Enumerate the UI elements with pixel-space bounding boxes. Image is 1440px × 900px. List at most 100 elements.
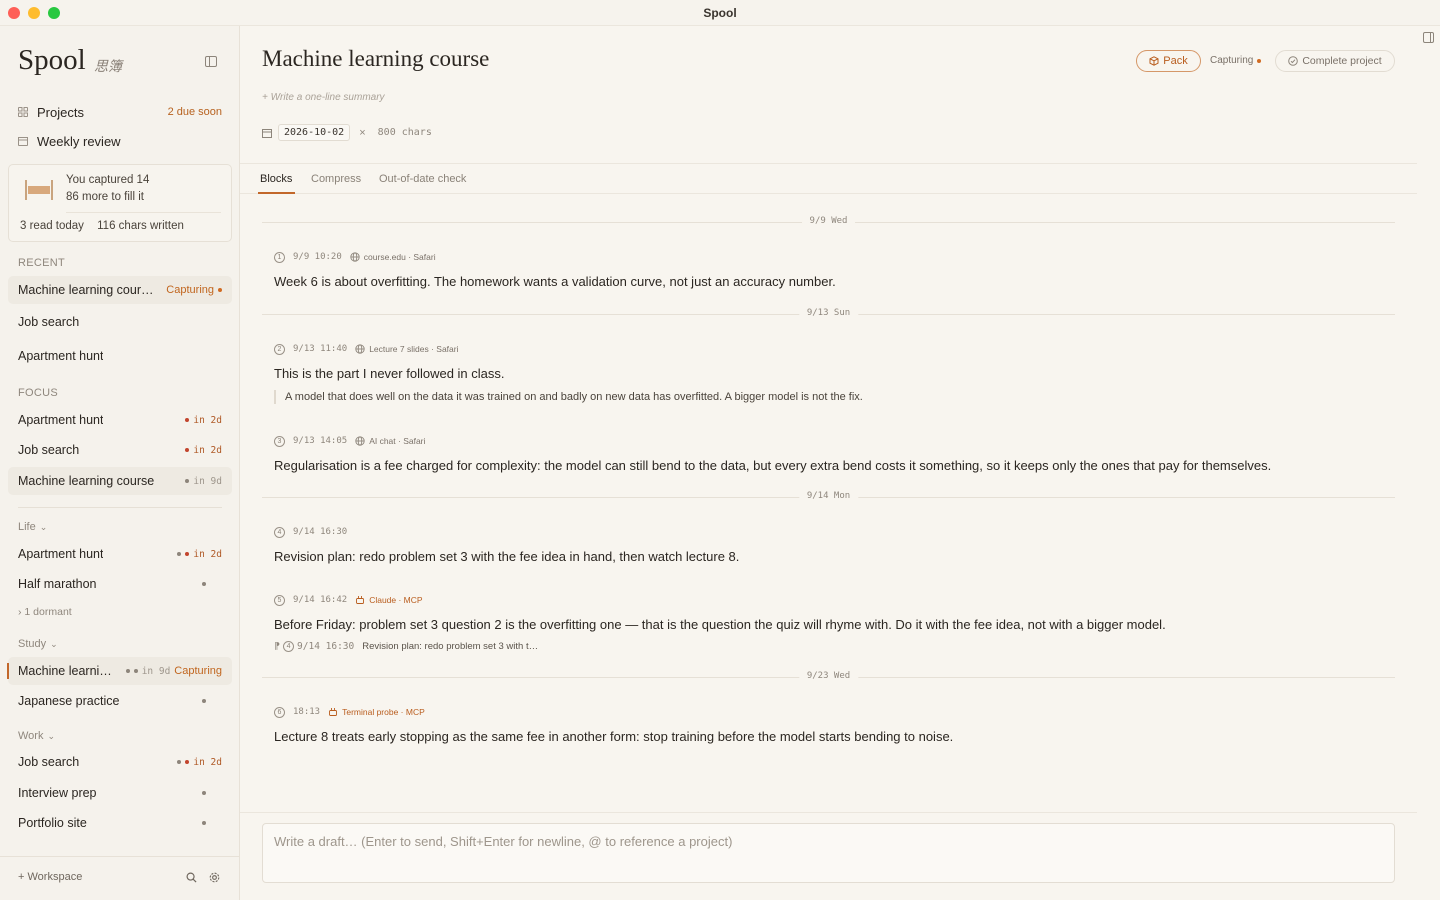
sidebar-toggle-icon[interactable] bbox=[205, 56, 217, 67]
capturing-status: Capturing bbox=[166, 284, 214, 296]
block-item[interactable]: 2 9/13 11:40 Lecture 7 slides · Safari T… bbox=[274, 342, 1394, 404]
complete-label: Complete project bbox=[1302, 55, 1382, 67]
tab-blocks[interactable]: Blocks bbox=[260, 173, 292, 185]
due-dot bbox=[133, 669, 138, 673]
block-source: course.edu · Safari bbox=[363, 252, 436, 262]
capture-progress-bar bbox=[25, 180, 53, 200]
block-text: Regularisation is a fee charged for comp… bbox=[274, 458, 1272, 473]
group-item-apartment-hunt[interactable]: Apartment hunt in 2d bbox=[8, 540, 232, 568]
block-text: Before Friday: problem set 3 question 2 … bbox=[274, 617, 1166, 632]
focus-item-machine-learning[interactable]: Machine learning course in 9d bbox=[8, 467, 232, 495]
recent-item-job-search[interactable]: Job search bbox=[8, 308, 232, 336]
project-meta-row: 2026-10-02 × 800 chars bbox=[262, 123, 432, 142]
block-item[interactable]: 1 9/9 10:20 course.edu · Safari Week 6 i… bbox=[274, 250, 1394, 291]
block-number: 3 bbox=[274, 435, 285, 447]
recent-section-label: RECENT bbox=[18, 257, 66, 269]
due-dot bbox=[185, 760, 190, 764]
due-badge: in 2d bbox=[193, 548, 222, 560]
project-title[interactable]: Machine learning course bbox=[262, 46, 489, 72]
item-label: Job search bbox=[18, 315, 80, 329]
item-label: Interview prep bbox=[18, 786, 97, 800]
read-today-stat: 3 read today bbox=[20, 220, 84, 232]
capture-stats: 3 read today 116 chars written bbox=[20, 220, 184, 232]
sidebar-footer: + Workspace bbox=[0, 856, 239, 900]
block-meta: 2 9/13 11:40 Lecture 7 slides · Safari bbox=[274, 342, 1394, 356]
day-label: 9/9 Wed bbox=[801, 216, 856, 226]
panel-toggle-icon[interactable] bbox=[1423, 32, 1434, 43]
clear-date-icon[interactable]: × bbox=[359, 127, 365, 139]
group-item-half-marathon[interactable]: Half marathon bbox=[8, 570, 232, 598]
ref-text: Revision plan: redo problem set 3 with t… bbox=[362, 641, 539, 652]
composer-box bbox=[262, 823, 1395, 883]
block-item[interactable]: 5 9/14 16:42 Claude · MCP Before Friday:… bbox=[274, 593, 1394, 652]
pack-box-icon bbox=[1149, 56, 1159, 66]
day-label: 9/13 Sun bbox=[798, 308, 859, 318]
card-divider bbox=[66, 212, 221, 213]
block-meta: 1 9/9 10:20 course.edu · Safari bbox=[274, 250, 1394, 264]
group-item-portfolio-site[interactable]: Portfolio site bbox=[8, 809, 232, 837]
ref-block-number: 4 bbox=[283, 641, 295, 652]
group-label: Work bbox=[18, 730, 44, 742]
group-life-header[interactable]: Life ⌄ bbox=[18, 521, 47, 533]
tab-out-of-date-check[interactable]: Out-of-date check bbox=[379, 173, 466, 185]
recent-item-apartment-hunt[interactable]: Apartment hunt bbox=[8, 342, 232, 370]
nav-weekly-review[interactable]: Weekly review bbox=[18, 131, 222, 151]
block-reference[interactable]: ⁋ 4 9/14 16:30 Revision plan: redo probl… bbox=[274, 641, 1394, 652]
focus-item-job-search[interactable]: Job search in 2d bbox=[8, 436, 232, 464]
capture-progress-card: You captured 14 86 more to fill it 3 rea… bbox=[8, 164, 232, 242]
projects-grid-icon bbox=[18, 107, 28, 117]
globe-icon bbox=[355, 436, 365, 446]
block-time: 9/9 10:20 bbox=[293, 252, 342, 262]
search-icon[interactable] bbox=[186, 872, 197, 883]
calendar-icon bbox=[18, 137, 28, 146]
focus-item-apartment-hunt[interactable]: Apartment hunt in 2d bbox=[8, 406, 232, 434]
block-item[interactable]: 6 18:13 Terminal probe · MCP Lecture 8 t… bbox=[274, 705, 1394, 746]
group-work-header[interactable]: Work ⌄ bbox=[18, 730, 55, 742]
group-label: Life bbox=[18, 521, 36, 533]
nav-weekly-review-label: Weekly review bbox=[37, 133, 121, 149]
day-label: 9/23 Wed bbox=[798, 671, 859, 681]
block-number: 4 bbox=[274, 526, 285, 538]
workspace-button[interactable]: + Workspace bbox=[18, 871, 82, 883]
due-date-field[interactable]: 2026-10-02 bbox=[278, 124, 351, 141]
block-item[interactable]: 3 9/13 14:05 AI chat · Safari Regularisa… bbox=[274, 434, 1394, 475]
group-item-japanese-practice[interactable]: Japanese practice bbox=[8, 687, 232, 715]
block-source: Claude · MCP bbox=[369, 595, 423, 605]
tab-compress[interactable]: Compress bbox=[311, 173, 361, 185]
due-dot bbox=[185, 418, 190, 422]
block-quote: A model that does well on the data it wa… bbox=[274, 390, 1394, 404]
gear-icon[interactable] bbox=[208, 871, 221, 884]
pack-label: Pack bbox=[1163, 55, 1188, 67]
draft-input[interactable] bbox=[274, 834, 1374, 849]
nav-projects[interactable]: Projects 2 due soon bbox=[18, 102, 222, 122]
block-time: 9/14 16:42 bbox=[293, 595, 348, 605]
status-dot bbox=[177, 552, 182, 556]
due-badge: in 2d bbox=[193, 414, 222, 426]
pack-button[interactable]: Pack bbox=[1136, 50, 1201, 72]
block-text: Revision plan: redo problem set 3 with t… bbox=[274, 549, 740, 564]
capturing-dot bbox=[218, 288, 222, 292]
summary-placeholder[interactable]: + Write a one-line summary bbox=[262, 92, 385, 103]
item-label: Japanese practice bbox=[18, 694, 120, 708]
complete-project-button[interactable]: Complete project bbox=[1275, 50, 1395, 72]
blocks-feed: 9/9 Wed 1 9/9 10:20 course.edu · Safari … bbox=[240, 194, 1440, 812]
block-number: 5 bbox=[274, 594, 285, 606]
nav-projects-label: Projects bbox=[37, 104, 84, 120]
dormant-toggle[interactable]: › 1 dormant bbox=[18, 606, 72, 618]
item-label: Job search bbox=[18, 443, 80, 457]
block-item[interactable]: 4 9/14 16:30 Revision plan: redo problem… bbox=[274, 525, 1394, 566]
status-dot bbox=[177, 760, 182, 764]
recent-item-machine-learning[interactable]: Machine learning cour… Capturing bbox=[8, 276, 232, 304]
group-item-job-search[interactable]: Job search in 2d bbox=[8, 748, 232, 776]
chevron-right-icon: › bbox=[18, 606, 22, 618]
group-study-header[interactable]: Study ⌄ bbox=[18, 638, 58, 650]
capturing-dot bbox=[1257, 58, 1262, 63]
main-panel: Machine learning course + Write a one-li… bbox=[240, 26, 1440, 900]
block-text: Lecture 8 treats early stopping as the s… bbox=[274, 729, 954, 744]
workspace-label: Workspace bbox=[27, 871, 83, 883]
chevron-down-icon: ⌄ bbox=[50, 639, 58, 649]
capturing-status: Capturing bbox=[1210, 55, 1262, 66]
block-source: Terminal probe · MCP bbox=[342, 707, 425, 717]
group-item-interview-prep[interactable]: Interview prep bbox=[8, 779, 232, 807]
group-item-machine-learning[interactable]: Machine learni… in 9d Capturing bbox=[7, 657, 232, 685]
